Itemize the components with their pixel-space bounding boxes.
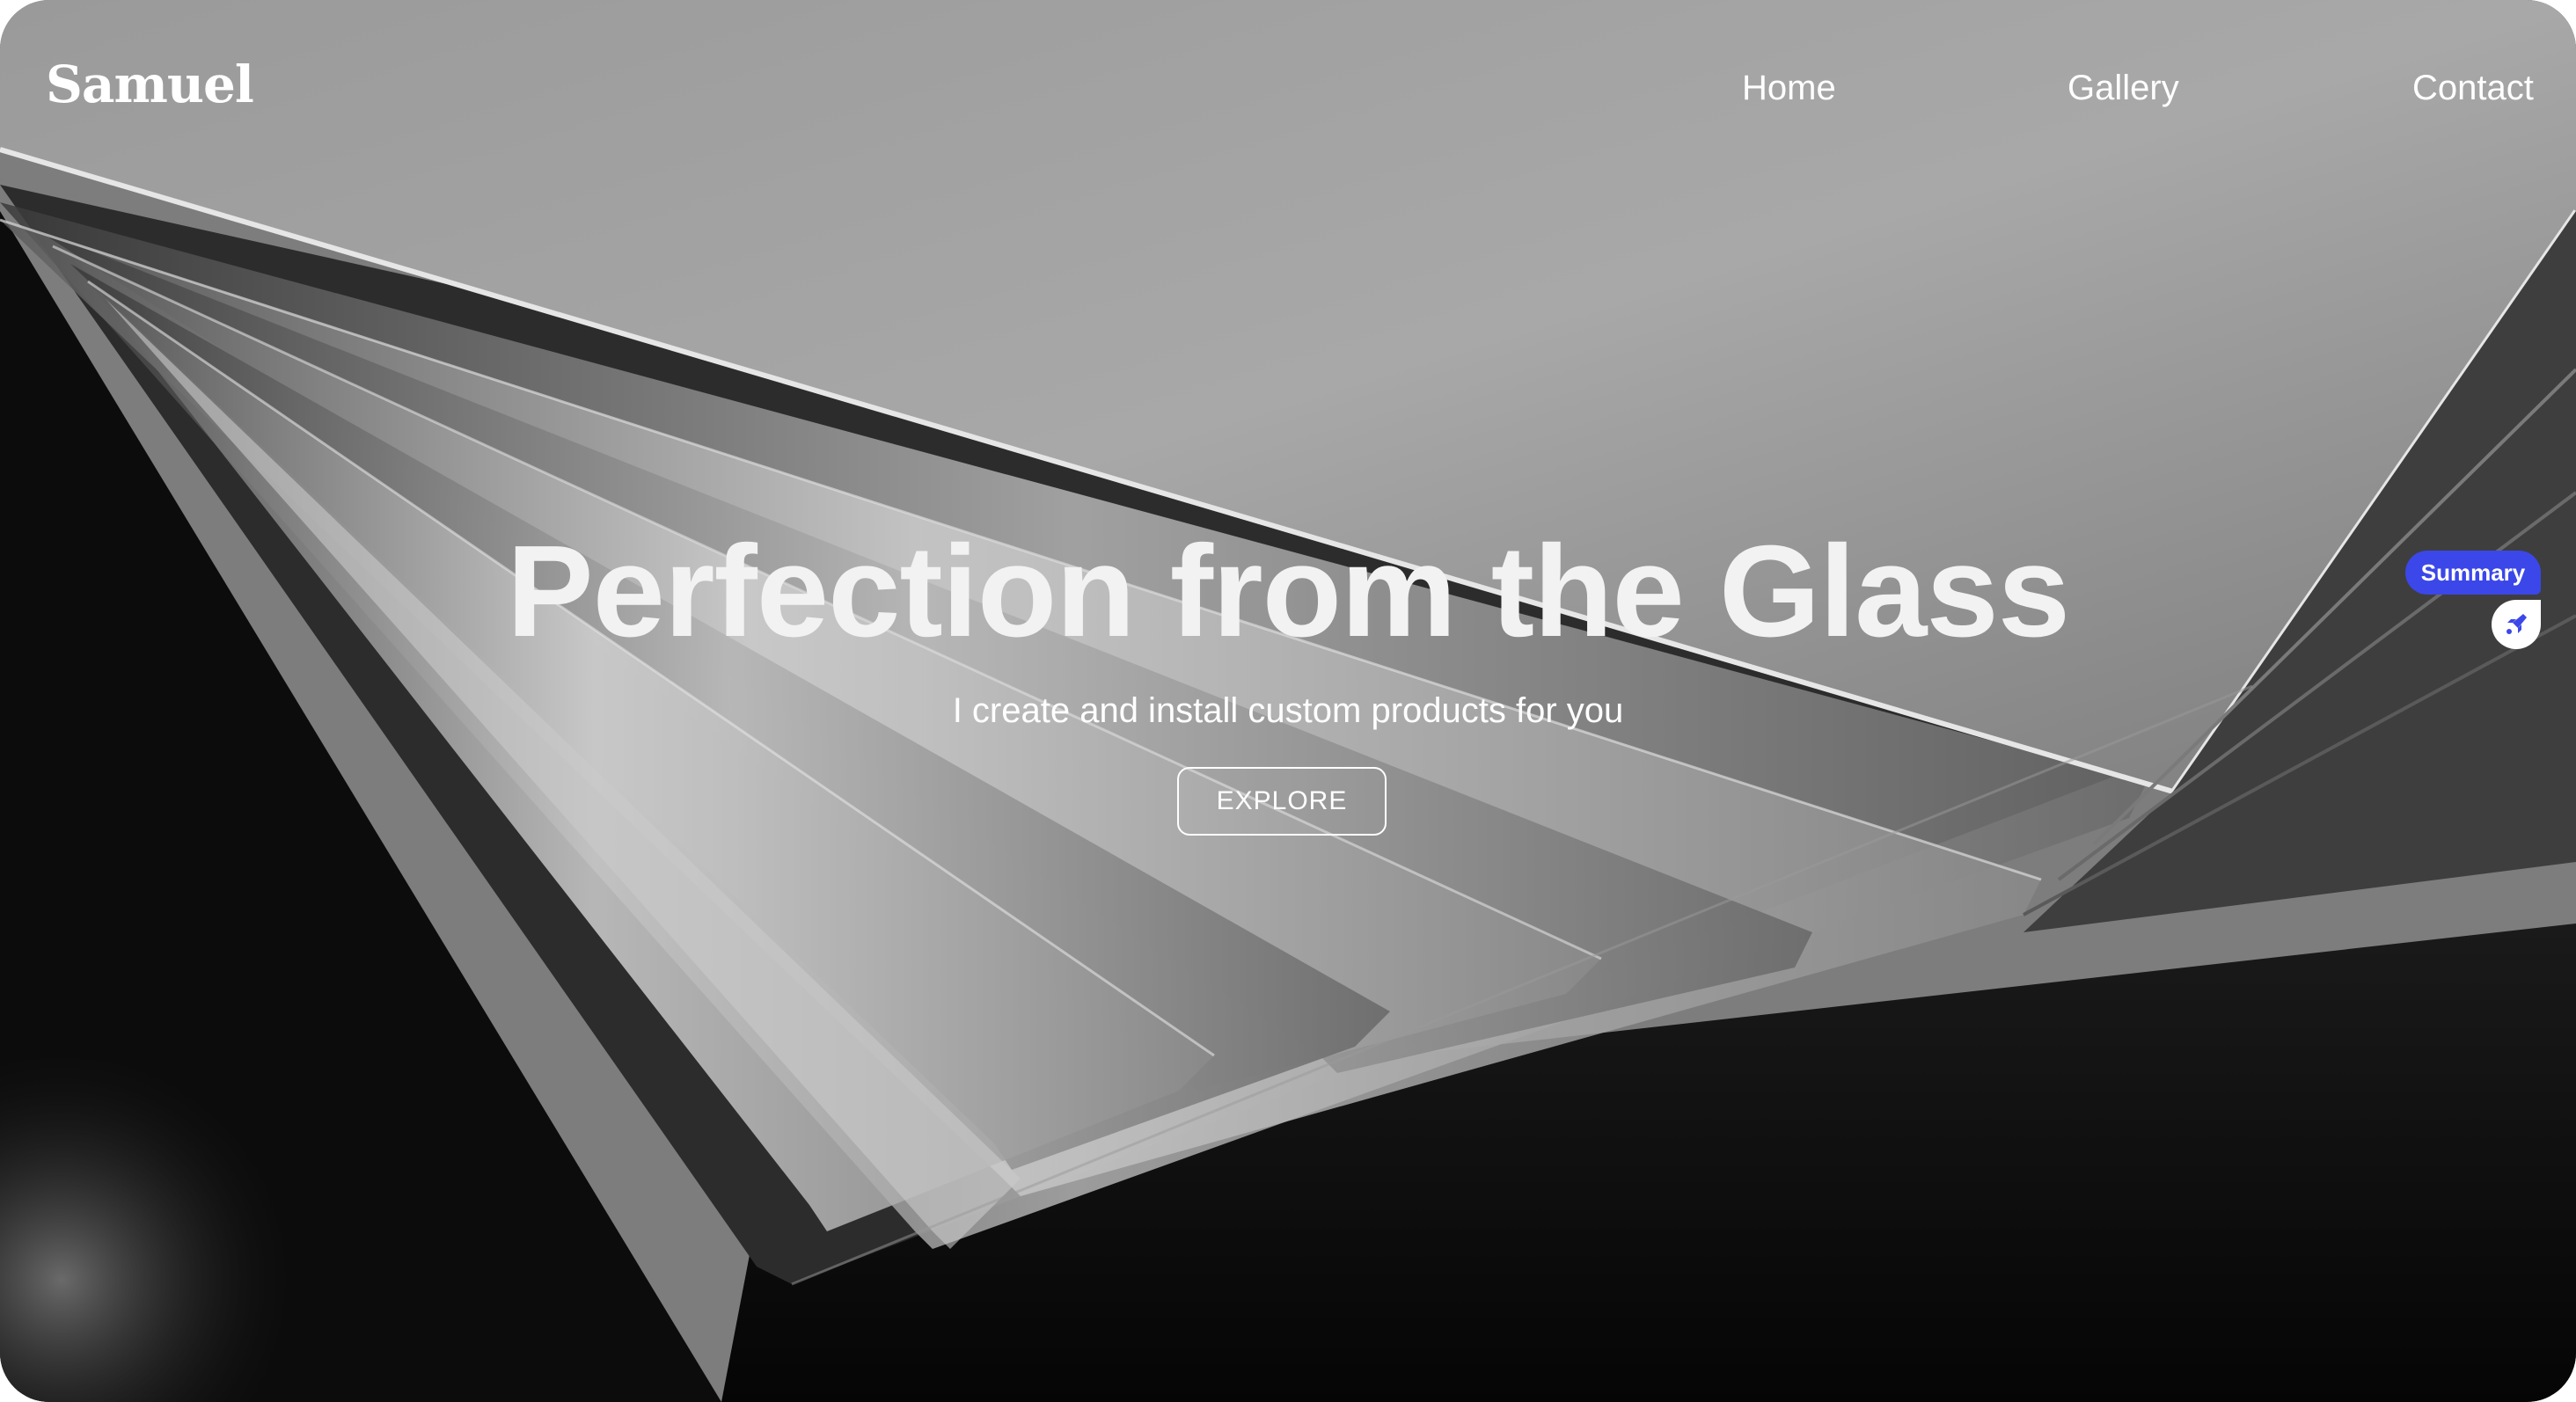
top-navigation: Samuel Home Gallery Contact <box>0 0 2576 185</box>
nav-link-home[interactable]: Home <box>1742 69 1836 108</box>
nav-link-contact[interactable]: Contact <box>2412 69 2534 108</box>
summary-widget-launcher[interactable] <box>2492 600 2541 649</box>
hero-subtitle: I create and install custom products for… <box>952 691 1624 730</box>
hero-title: Perfection from the Glass <box>506 519 2070 664</box>
summary-button[interactable]: Summary <box>2405 551 2541 595</box>
nav-link-gallery[interactable]: Gallery <box>2067 69 2179 108</box>
explore-button[interactable]: EXPLORE <box>1177 767 1387 836</box>
page-frame: Samuel Home Gallery Contact Perfection f… <box>0 0 2576 1402</box>
rocket-icon <box>2506 614 2527 634</box>
brand-logo[interactable]: Samuel <box>46 55 254 114</box>
